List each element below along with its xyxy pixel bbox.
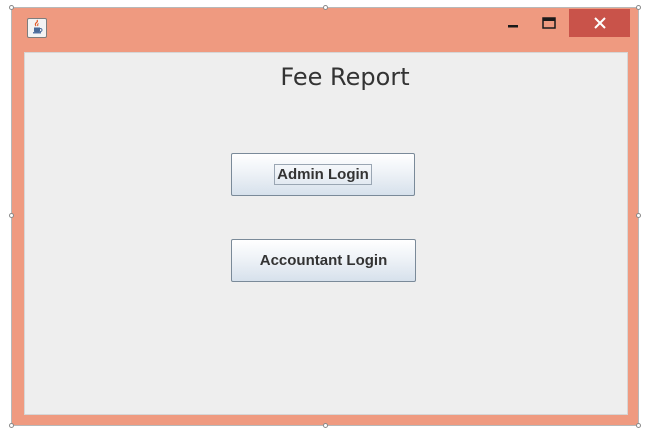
maximize-icon — [542, 17, 556, 29]
close-icon — [593, 17, 606, 29]
accountant-login-label: Accountant Login — [259, 252, 388, 269]
accountant-login-button[interactable]: Accountant Login — [231, 239, 416, 282]
resize-handle-bottom[interactable] — [323, 423, 328, 428]
page-title: Fee Report — [280, 63, 410, 91]
resize-handle-top-left[interactable] — [9, 5, 14, 10]
maximize-button[interactable] — [534, 9, 564, 37]
java-cup-icon[interactable] — [27, 18, 47, 38]
admin-login-label: Admin Login — [274, 164, 372, 185]
title-bar[interactable] — [12, 8, 638, 52]
app-window: Fee Report Admin Login Accountant Login — [11, 7, 639, 426]
minimize-icon — [508, 25, 518, 28]
resize-handle-right[interactable] — [636, 213, 641, 218]
resize-handle-top-right[interactable] — [636, 5, 641, 10]
resize-handle-top[interactable] — [323, 5, 328, 10]
resize-handle-bottom-left[interactable] — [9, 423, 14, 428]
content-panel: Fee Report Admin Login Accountant Login — [24, 52, 628, 415]
admin-login-button[interactable]: Admin Login — [231, 153, 415, 196]
resize-handle-bottom-right[interactable] — [636, 423, 641, 428]
minimize-button[interactable] — [500, 9, 526, 37]
close-button[interactable] — [569, 9, 630, 37]
resize-handle-left[interactable] — [9, 213, 14, 218]
